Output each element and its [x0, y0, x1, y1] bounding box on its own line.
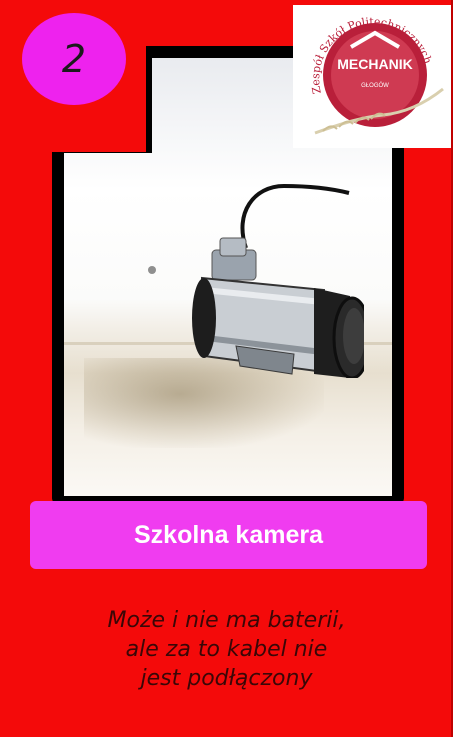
description-line: ale za to kabel nie: [125, 637, 328, 662]
security-camera-icon: [148, 183, 364, 378]
game-card: 2 MECHANIK GŁOGÓW Zespół Szkół Politechn…: [0, 0, 453, 737]
description-line: jest podłączony: [140, 666, 313, 691]
card-title: Szkolna kamera: [134, 520, 323, 549]
card-number-badge: 2: [22, 13, 126, 105]
description-line: Może i nie ma baterii,: [107, 608, 346, 633]
card-description: Może i nie ma baterii, ale za to kabel n…: [20, 606, 433, 693]
card-title-bar: Szkolna kamera: [30, 501, 427, 569]
school-logo: MECHANIK GŁOGÓW Zespół Szkół Politechnic…: [293, 5, 451, 148]
logo-name: MECHANIK: [337, 56, 412, 72]
card-number: 2: [61, 37, 87, 81]
logo-city: GŁOGÓW: [361, 82, 389, 89]
